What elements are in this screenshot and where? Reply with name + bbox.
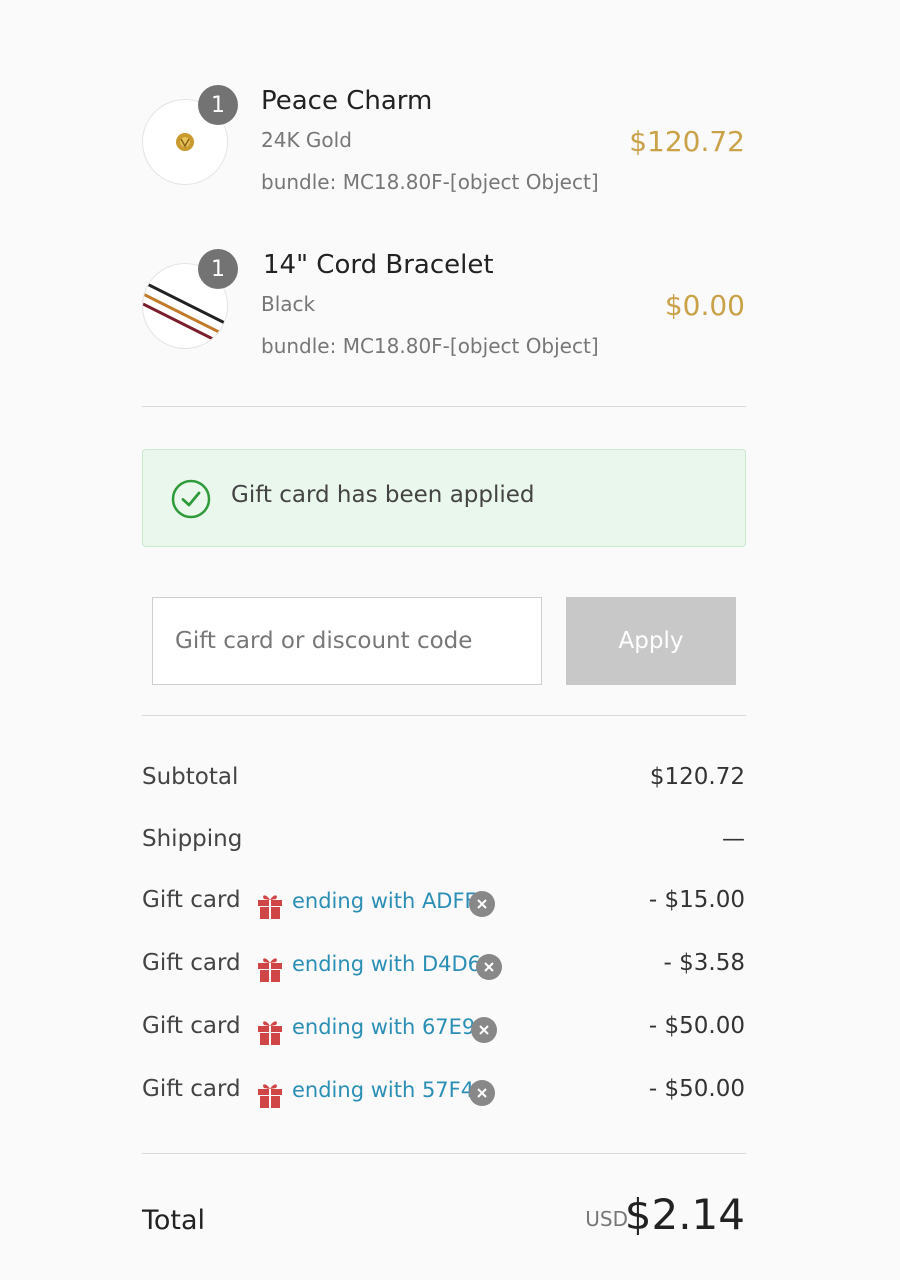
gift-icon <box>258 958 282 982</box>
divider <box>142 715 746 716</box>
divider <box>142 1153 746 1154</box>
remove-gift-card-icon[interactable] <box>469 1080 495 1106</box>
gift-card-label: Gift card <box>142 887 241 913</box>
product-bundle: bundle: MC18.80F-[object Object] <box>261 170 599 194</box>
product-bundle: bundle: MC18.80F-[object Object] <box>261 334 599 358</box>
gift-card-amount: - $50.00 <box>648 1013 745 1039</box>
gift-card-code-link[interactable]: ending with 67E9 <box>292 1015 475 1039</box>
gift-card-amount: - $15.00 <box>648 887 745 913</box>
total-label: Total <box>142 1205 206 1236</box>
gift-icon <box>258 1021 282 1045</box>
shipping-value: — <box>722 826 745 852</box>
shipping-label: Shipping <box>142 826 243 852</box>
gift-card-label: Gift card <box>142 950 241 976</box>
notice-text: Gift card has been applied <box>231 482 535 508</box>
gift-card-amount: - $50.00 <box>648 1076 745 1102</box>
subtotal-value: $120.72 <box>649 764 745 790</box>
gift-card-amount: - $3.58 <box>663 950 745 976</box>
product-price: $120.72 <box>629 125 745 158</box>
product-name: 14" Cord Bracelet <box>263 250 494 280</box>
subtotal-label: Subtotal <box>142 764 239 790</box>
remove-gift-card-icon[interactable] <box>469 891 495 917</box>
currency-code: USD <box>585 1207 628 1231</box>
product-name: Peace Charm <box>261 86 433 116</box>
remove-gift-card-icon[interactable] <box>471 1017 497 1043</box>
gift-icon <box>258 895 282 919</box>
check-circle-icon <box>171 479 211 519</box>
product-variant: 24K Gold <box>261 128 352 152</box>
divider <box>142 406 746 407</box>
product-variant: Black <box>261 292 316 316</box>
quantity-badge: 1 <box>198 85 238 125</box>
total-value: $2.14 <box>624 1190 745 1239</box>
apply-button[interactable]: Apply <box>566 597 736 685</box>
discount-code-input[interactable] <box>152 597 542 685</box>
gift-card-code-link[interactable]: ending with D4D6 <box>292 952 481 976</box>
gift-card-label: Gift card <box>142 1076 241 1102</box>
quantity-badge: 1 <box>198 249 238 289</box>
gift-card-applied-notice: Gift card has been applied <box>142 449 746 547</box>
product-price: $0.00 <box>664 289 745 322</box>
gift-card-label: Gift card <box>142 1013 241 1039</box>
remove-gift-card-icon[interactable] <box>476 954 502 980</box>
gift-card-code-link[interactable]: ending with ADFF <box>292 889 477 913</box>
gift-icon <box>258 1084 282 1108</box>
gift-card-code-link[interactable]: ending with 57F4 <box>292 1078 474 1102</box>
